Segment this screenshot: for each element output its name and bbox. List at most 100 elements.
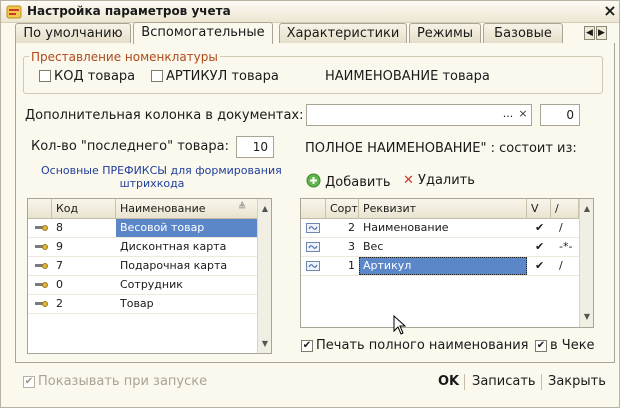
add-icon — [306, 173, 321, 188]
prefix-name-cell: Подарочная карта — [120, 259, 228, 272]
prefix-col-code[interactable]: Код — [52, 199, 116, 219]
print-full-name-label: Печать полного наименования — [316, 338, 529, 353]
extra-column-field[interactable]: ... × — [306, 104, 532, 126]
settings-window: Настройка параметров учета × По умолчани… — [0, 0, 620, 408]
tab-defaults[interactable]: По умолчанию — [15, 23, 131, 43]
prefix-name-cell: Сотрудник — [120, 278, 183, 291]
tab-auxiliary[interactable]: Вспомогательные — [133, 22, 273, 44]
table-row[interactable]: 2 Товар — [28, 295, 257, 314]
scroll-down-icon[interactable]: ▼ — [260, 339, 270, 349]
close-window-button[interactable]: × — [603, 2, 617, 20]
attr-col-icon — [301, 199, 326, 219]
table-row[interactable]: 3 Вес ✔ -*- — [301, 238, 579, 257]
nomenclature-group-label: Преставление номенклатуры — [29, 50, 220, 64]
prefix-name-cell: Дисконтная карта — [120, 240, 227, 253]
tab-scroll-left-icon[interactable]: ◀ — [584, 26, 595, 40]
prefix-code-cell: 8 — [56, 221, 63, 234]
prefix-code-cell: 9 — [56, 240, 63, 253]
last-goods-field[interactable]: 10 — [236, 136, 274, 158]
footer-divider — [464, 374, 465, 390]
attr-v-check-icon[interactable]: ✔ — [531, 257, 551, 275]
attr-name-cell: Наименование — [363, 221, 449, 234]
add-button[interactable]: Добавить — [306, 173, 391, 190]
code-label: КОД товара — [54, 69, 136, 84]
scroll-down-icon[interactable]: ▼ — [582, 312, 592, 322]
prefix-table-header: Код Наименование ≜ — [28, 199, 258, 219]
last-goods-label: Кол-во "последнего" товара: — [31, 139, 229, 154]
app-icon — [6, 5, 22, 19]
row-key-icon — [35, 244, 48, 250]
attributes-table: Сорт Реквизит V / 2 Наименование ✔/3 Вес ✔ -*… — [300, 198, 594, 328]
row-attr-icon — [306, 223, 320, 233]
row-attr-icon — [306, 242, 320, 252]
attributes-table-scrollbar[interactable]: ▲ ▼ — [579, 199, 593, 327]
extra-column-clear-icon[interactable]: × — [516, 105, 530, 125]
attr-v-check-icon[interactable]: ✔ — [531, 219, 551, 237]
window-title: Настройка параметров учета — [27, 4, 231, 18]
row-key-icon — [35, 301, 48, 307]
delete-button[interactable]: ✕ Удалить — [403, 173, 475, 188]
table-row[interactable]: 0 Сотрудник — [28, 276, 257, 295]
prefix-link-line2: штрихкода — [119, 177, 185, 190]
attr-sort-cell: 2 — [348, 221, 355, 234]
tab-characteristics[interactable]: Характеристики — [279, 23, 407, 43]
attr-sort-cell: 1 — [348, 259, 355, 272]
close-button[interactable]: Закрыть — [548, 374, 606, 389]
ok-button[interactable]: OK — [438, 374, 459, 389]
attr-sep-cell: / — [559, 221, 563, 234]
row-key-icon — [35, 263, 48, 269]
tab-strip: По умолчанию Вспомогательные Характерист… — [15, 22, 615, 44]
table-row[interactable]: 9 Дисконтная карта — [28, 238, 257, 257]
scroll-up-icon[interactable]: ▲ — [582, 204, 592, 214]
attr-col-attr[interactable]: Реквизит — [359, 199, 527, 219]
prefix-table: Код Наименование ≜ 8 Весовой товар 9 Дискон… — [27, 198, 272, 354]
table-row[interactable]: 8 Весовой товар — [28, 219, 257, 238]
prefix-name-cell: Товар — [120, 297, 154, 310]
row-key-icon — [35, 225, 48, 231]
extra-column-select-button[interactable]: ... — [501, 105, 515, 125]
row-attr-icon — [306, 261, 320, 271]
attr-col-v[interactable]: V — [527, 199, 551, 219]
attr-sep-cell: -*- — [559, 240, 573, 253]
prefix-col-icon — [28, 199, 52, 219]
in-receipt-label: в Чеке — [550, 338, 595, 353]
full-name-label: ПОЛНОЕ НАИМЕНОВАНИЕ" : состоит из: — [305, 141, 577, 156]
attr-sep-cell: / — [559, 259, 563, 272]
attr-col-sort[interactable]: Сорт — [326, 199, 359, 219]
title-bar: Настройка параметров учета × — [1, 1, 619, 23]
prefix-code-cell: 0 — [56, 278, 63, 291]
show-on-start-label: Показывать при запуске — [38, 374, 208, 389]
tab-scroll-right-icon[interactable]: ▶ — [596, 26, 607, 40]
attr-name-cell: Артикул — [359, 257, 527, 275]
extra-column-number-field[interactable]: 0 — [540, 104, 580, 126]
article-checkbox[interactable] — [151, 70, 163, 82]
attr-name-cell: Вес — [363, 240, 384, 253]
extra-column-label: Дополнительная колонка в документах: — [25, 108, 304, 123]
delete-icon: ✕ — [403, 173, 414, 188]
prefix-name-cell: Весовой товар — [116, 219, 257, 237]
attr-col-sep[interactable]: / — [551, 199, 579, 219]
attr-v-check-icon[interactable]: ✔ — [531, 238, 551, 256]
table-row[interactable]: 7 Подарочная карта — [28, 257, 257, 276]
print-full-name-checkbox[interactable]: ✔ — [301, 340, 313, 352]
code-checkbox[interactable] — [39, 70, 51, 82]
article-label: АРТИКУЛ товара — [166, 69, 279, 84]
table-row[interactable]: 1 Артикул ✔ / — [301, 257, 579, 276]
prefix-link-line1: Основные ПРЕФИКСЫ для формирования — [41, 164, 282, 177]
table-row[interactable]: 2 Наименование ✔ / — [301, 219, 579, 238]
prefix-col-name[interactable]: Наименование — [116, 199, 258, 219]
row-key-icon — [35, 282, 48, 288]
scroll-up-icon[interactable]: ▲ — [260, 204, 270, 214]
save-button[interactable]: Записать — [472, 374, 536, 389]
tab-modes[interactable]: Режимы — [409, 23, 481, 43]
prefix-code-cell: 7 — [56, 259, 63, 272]
attributes-table-header: Сорт Реквизит V / — [301, 199, 579, 219]
tab-base[interactable]: Базовые — [483, 23, 563, 43]
prefix-link[interactable]: Основные ПРЕФИКСЫ для формирования штрих… — [41, 164, 282, 190]
show-on-start-checkbox[interactable]: ✔ — [23, 376, 35, 388]
attr-sort-cell: 3 — [348, 240, 355, 253]
sort-icon[interactable]: ≜ — [238, 202, 246, 213]
prefix-table-scrollbar[interactable]: ▲ ▼ — [257, 199, 271, 353]
in-receipt-checkbox[interactable]: ✔ — [535, 340, 547, 352]
add-button-label: Добавить — [325, 175, 391, 190]
